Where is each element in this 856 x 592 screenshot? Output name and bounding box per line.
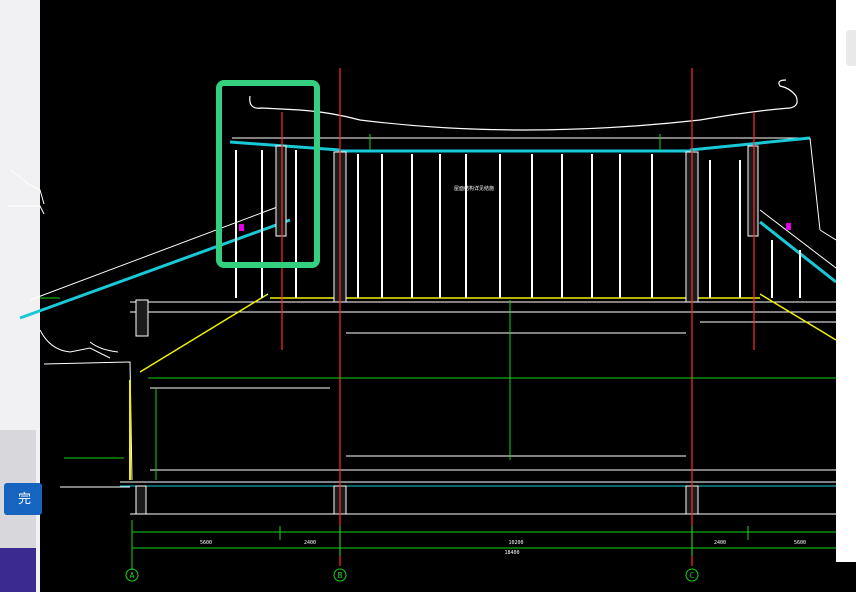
right-eave-detail [809, 137, 836, 241]
axis-markers [125, 568, 699, 582]
axis-label-a: A [130, 571, 135, 580]
floor-beams [130, 301, 836, 471]
span-dimension-3: 10200 [508, 540, 523, 546]
span-dimension-4: 2400 [714, 540, 726, 546]
right-side-panel [836, 0, 856, 562]
annotation-text: 屋面结构详见结施 [454, 185, 494, 192]
axis-label-c: C [690, 571, 695, 580]
cad-drawing-canvas[interactable]: A B C 18400 5600 2400 10200 2400 5600 屋面… [0, 0, 836, 592]
roof-studs [235, 150, 801, 298]
left-eave-detail [8, 169, 133, 481]
span-dimension-2: 2400 [304, 540, 316, 546]
dimension-lines [40, 134, 836, 570]
right-panel-button[interactable] [846, 30, 856, 66]
magenta-marks [239, 223, 791, 231]
complete-button[interactable]: 完 [4, 483, 42, 515]
span-dimension-1: 5600 [200, 540, 212, 546]
axis-lines [281, 68, 755, 566]
overall-dimension: 18400 [504, 550, 519, 556]
selection-highlight [216, 80, 320, 268]
axis-label-b: B [338, 571, 343, 580]
ground-lines [60, 481, 836, 515]
span-dimension-5: 5600 [794, 540, 806, 546]
axis-labels: A B C [130, 571, 695, 580]
